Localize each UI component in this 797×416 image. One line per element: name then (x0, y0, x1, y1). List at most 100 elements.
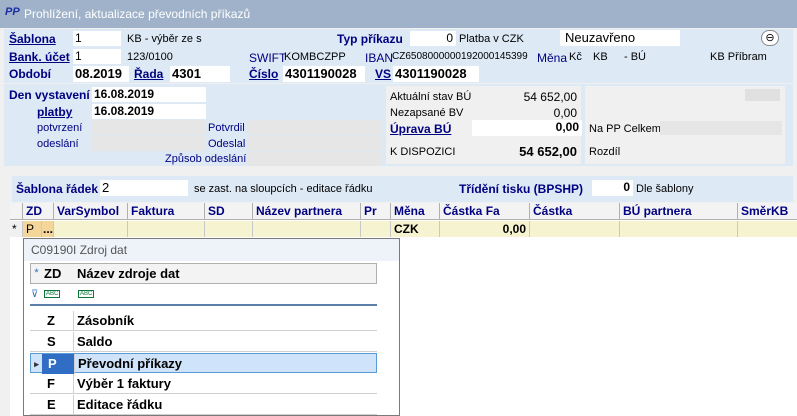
popup-list-item[interactable]: F Výběr 1 faktury (30, 374, 377, 394)
col-mena[interactable]: Měna (391, 203, 440, 220)
status-badge: Neuzavřeno (560, 30, 680, 46)
aktualni-value: 54 652,00 (523, 90, 577, 104)
nezapsane-label: Nezapsané BV (390, 107, 464, 119)
col-faktura[interactable]: Faktura (128, 203, 205, 220)
col-bu-partnera[interactable]: BÚ partnera (620, 203, 738, 220)
cell-sd[interactable] (205, 221, 253, 237)
col-sd[interactable]: SD (205, 203, 253, 220)
popup-item-name: Saldo (77, 334, 113, 349)
cell-nazev-partnera[interactable] (253, 221, 361, 237)
nezapsane-value: 0,00 (553, 106, 577, 120)
potvrzeni-field[interactable] (92, 120, 206, 135)
popup-list-item[interactable]: Z Zásobník (30, 311, 377, 331)
rozdil-label: Rozdíl (589, 146, 621, 158)
trideni-input[interactable]: 0 (592, 180, 633, 196)
cell-zd-lookup-button[interactable]: ... (42, 221, 54, 237)
vs-label: VS (375, 67, 392, 81)
cell-castka-fa[interactable]: 0,00 (440, 221, 530, 237)
cislo-input[interactable]: 4301190028 (283, 66, 365, 82)
cell-pr[interactable] (361, 221, 391, 237)
cell-smerkb[interactable] (738, 221, 797, 237)
filter-name-icon[interactable]: ABC (78, 290, 95, 298)
pp-celkem-label: Na PP Celkem (589, 123, 661, 135)
zpusob-field[interactable] (247, 152, 381, 166)
rada-label: Řada (134, 67, 164, 81)
platby-label: platby (37, 105, 73, 119)
col-nazev-partnera[interactable]: Název partnera (253, 203, 361, 220)
potvrzeni-label: potvrzení (37, 122, 83, 134)
obdobi-input[interactable]: 08.2019 (73, 66, 129, 82)
swift-label: SWIFT (249, 51, 287, 65)
sablona-radek-desc: se zast. na sloupcích - editace řádku (194, 183, 373, 195)
minimize-icon[interactable]: ⊖ (761, 30, 779, 46)
odeslani-label: odeslání (37, 138, 79, 150)
popup-item-code: S (41, 332, 74, 352)
row-new-marker: * (10, 221, 23, 237)
trideni-desc: Dle šablony (636, 183, 694, 195)
mena-label: Měna (537, 51, 568, 65)
sablona-radek-input[interactable]: 2 (100, 180, 188, 196)
odeslal-label: Odeslal (208, 138, 246, 150)
popup-col-name[interactable]: Název zdroje dat (75, 266, 180, 281)
current-row-icon: ▸ (34, 359, 39, 369)
popup-list-item-selected[interactable]: ▸ P Převodní příkazy (30, 353, 377, 374)
den-input[interactable]: 16.08.2019 (92, 87, 206, 102)
odeslal-field[interactable] (247, 136, 381, 151)
vs-input[interactable]: 4301190028 (393, 66, 479, 82)
col-zd[interactable]: ZD (23, 203, 54, 220)
swift-value: KOMBCZPP (284, 51, 346, 63)
popup-item-name: Převodní příkazy (78, 356, 183, 371)
cell-mena[interactable]: CZK (391, 221, 440, 237)
dispozici-label: K DISPOZICI (390, 146, 456, 158)
cell-zd[interactable]: P (23, 221, 42, 237)
cell-castka[interactable] (530, 221, 620, 237)
popup-col-zd[interactable]: ZD (42, 266, 75, 281)
col-castka[interactable]: Částka (530, 203, 620, 220)
sablona-desc: KB - výběr ze s (127, 33, 202, 45)
col-castka-fa[interactable]: Částka Fa (440, 203, 530, 220)
title-bar: PP Prohlížení, aktualizace převodních př… (0, 0, 797, 28)
popup-filter-row: ⊽ ABC ABC (30, 286, 377, 306)
cell-bu-partnera[interactable] (620, 221, 738, 237)
sablona-radek-label: Šablona řádek (16, 182, 99, 196)
popup-list-item[interactable]: E Editace řádku (30, 395, 377, 415)
bank-input[interactable]: 1 (73, 49, 121, 64)
filter-zd-icon[interactable]: ABC (44, 290, 61, 298)
filter-icon[interactable]: ⊽ (31, 289, 38, 300)
typ-desc: Platba v CZK (459, 33, 524, 45)
odeslani-field[interactable] (92, 136, 206, 151)
aktualni-label: Aktuální stav BÚ (390, 91, 472, 103)
bu-label: - BÚ (624, 51, 646, 63)
popup-item-name: Editace řádku (77, 397, 163, 412)
iban-value: CZ6508000000192000145399 (392, 51, 528, 62)
rada-input[interactable]: 4301 (170, 66, 230, 82)
potvrdil-field[interactable] (247, 120, 381, 135)
potvrdil-label: Potvrdil (208, 122, 245, 134)
popup-item-code: Z (41, 311, 74, 331)
bank-label: Bank. účet (9, 50, 70, 64)
popup-title: C09190I Zdroj dat (24, 239, 399, 261)
sablona-input[interactable]: 1 (73, 31, 121, 46)
cell-faktura[interactable] (128, 221, 205, 237)
dispozici-value: 54 652,00 (519, 144, 577, 159)
mena-bank: KB (593, 51, 608, 63)
sablona-label: Šablona (9, 32, 56, 46)
oprava-input[interactable]: 0,00 (472, 120, 582, 136)
cell-varsymbol[interactable] (54, 221, 128, 237)
platby-input[interactable]: 16.08.2019 (92, 104, 206, 119)
col-smerkb[interactable]: SměrKB (738, 203, 797, 220)
data-source-popup: C09190I Zdroj dat * ZD Název zdroje dat … (23, 238, 400, 416)
obdobi-label: Období (9, 67, 51, 81)
popup-list-item[interactable]: S Saldo (30, 332, 377, 352)
col-varsymbol[interactable]: VarSymbol (54, 203, 128, 220)
iban-label: IBAN (365, 51, 394, 65)
col-pr[interactable]: Pr (361, 203, 391, 220)
typ-input[interactable]: 0 (410, 31, 456, 46)
app-icon: PP (5, 6, 20, 18)
popup-item-code: E (41, 395, 74, 415)
bank-branch: KB Příbram (710, 51, 767, 63)
trideni-label: Třídění tisku (BPSHP) (459, 182, 584, 196)
row-indicator-header (10, 203, 23, 220)
den-label: Den vystavení (9, 88, 90, 102)
summary-corner-field (745, 89, 780, 101)
